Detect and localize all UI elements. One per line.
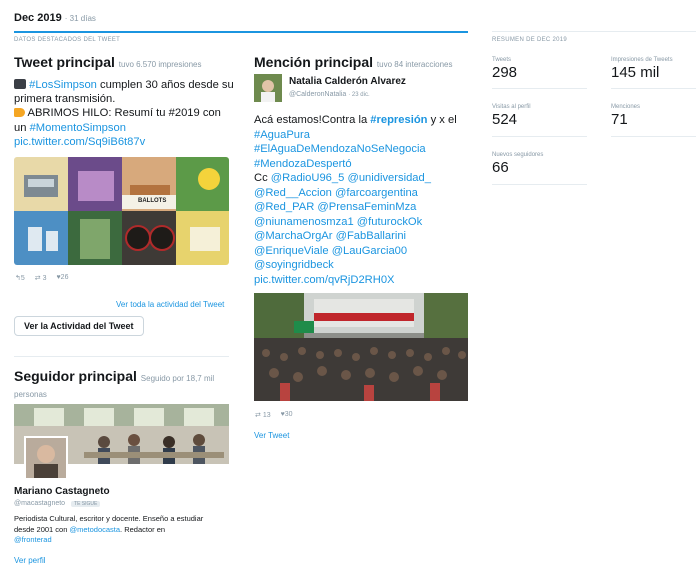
tweets-label: Tweets bbox=[492, 57, 512, 63]
view-all-activity-link[interactable]: Ver toda la actividad del Tweet bbox=[116, 300, 224, 309]
summary-rule bbox=[492, 31, 696, 32]
highlights-label: DATOS DESTACADOS DEL TWEET bbox=[14, 37, 121, 43]
view-tweet-link[interactable]: Ver Tweet bbox=[254, 431, 289, 440]
cc-mentions-5[interactable]: @MarchaOrgAr @FabBallarini bbox=[254, 230, 406, 242]
top-follower-subtitle: Seguido por 18,7 mil bbox=[140, 374, 215, 383]
top-mention-title-text: Mención principal bbox=[254, 54, 374, 70]
cc-mentions-4[interactable]: @niunamenosmza1 @futurockOk bbox=[254, 216, 422, 228]
retweet-stat[interactable]: ⇄ 3 bbox=[35, 274, 47, 282]
hashtag-momentosimpson[interactable]: #MomentoSimpson bbox=[30, 122, 126, 134]
divider bbox=[14, 356, 229, 357]
top-tweet-title-text: Tweet principal bbox=[14, 54, 115, 70]
followers-value: 66 bbox=[492, 159, 509, 176]
reply-stat[interactable]: ↰5 bbox=[15, 274, 25, 282]
mentions-value: 71 bbox=[611, 111, 628, 128]
retweet-count: 3 bbox=[42, 275, 47, 282]
top-follower-title-text: Seguidor principal bbox=[14, 368, 137, 384]
mention-line-1: Acá estamos!Contra la bbox=[254, 114, 368, 126]
like-stat[interactable]: ♥26 bbox=[57, 274, 69, 282]
summary-label: RESUMEN DE DEC 2019 bbox=[492, 37, 568, 43]
month-header: Dec 2019 · 31 días bbox=[14, 12, 96, 24]
cc-mentions-6[interactable]: @EnriqueViale @LauGarcia00 bbox=[254, 245, 407, 257]
follows-you-badge: TE SIGUE bbox=[71, 501, 101, 507]
mention-handle-row: @CalderonNatalia · 23 dic. bbox=[289, 91, 370, 98]
impressions-value: 145 mil bbox=[611, 64, 660, 81]
hashtag-aguapura[interactable]: #AguaPura bbox=[254, 129, 310, 141]
view-tweet-activity-button[interactable]: Ver la Actividad del Tweet bbox=[14, 316, 144, 336]
bio-line-2: desde 2001 con bbox=[14, 524, 68, 534]
cc-mentions-2[interactable]: @Red__Accion @farcoargentina bbox=[254, 187, 418, 199]
divider bbox=[611, 88, 696, 89]
visits-value: 524 bbox=[492, 111, 518, 128]
bio-line-2b: . Redactor en bbox=[120, 524, 166, 534]
mention-avatar[interactable] bbox=[254, 74, 282, 102]
top-tweet-link[interactable]: pic.twitter.com/Sq9iB6t87v bbox=[14, 136, 145, 148]
cc-mentions-7[interactable]: @soyingridbeck bbox=[254, 259, 334, 271]
month-label: Dec 2019 bbox=[14, 12, 62, 24]
mention-line-1b: y x el bbox=[430, 114, 457, 126]
reply-count: 5 bbox=[20, 275, 25, 282]
mention-text: Acá estamos!Contra la #represión y x el … bbox=[254, 113, 469, 287]
top-mention-title: Mención principal tuvo 84 interacciones bbox=[254, 54, 453, 70]
top-tweet-text: #LosSimpson cumplen 30 años desde su pri… bbox=[14, 78, 236, 149]
ballots-label: BALLOTS bbox=[138, 198, 167, 204]
tweets-value: 298 bbox=[492, 64, 518, 81]
divider bbox=[492, 184, 587, 185]
mention-user-name[interactable]: Natalia Calderón Alvarez bbox=[289, 76, 406, 87]
bio-mention-metodocasta[interactable]: @metodocasta bbox=[69, 525, 120, 534]
divider bbox=[492, 136, 587, 137]
mention-link[interactable]: pic.twitter.com/qvRjD2RH0X bbox=[254, 274, 395, 286]
hashtag-represion[interactable]: #represión bbox=[370, 114, 427, 126]
follower-name[interactable]: Mariano Castagneto bbox=[14, 486, 110, 497]
top-tweet-title: Tweet principal tuvo 6.570 impresiones bbox=[14, 54, 201, 70]
impressions-label: Impresiones de Tweets bbox=[611, 57, 673, 63]
cc-label: Cc bbox=[254, 172, 268, 184]
month-days: · 31 días bbox=[64, 14, 96, 23]
hashtag-elaguademendoza[interactable]: #ElAguaDeMendozaNoSeNegocia bbox=[254, 143, 426, 155]
mention-date: · 23 dic. bbox=[348, 92, 370, 98]
bio-line-1: Periodista Cultural, escritor y docente.… bbox=[14, 514, 204, 523]
mention-stats: ⇄ 13 ♥30 bbox=[255, 411, 293, 419]
tv-icon bbox=[14, 79, 26, 89]
follower-handle-row: @macastagneto TE SIGUE bbox=[14, 500, 101, 507]
divider bbox=[492, 88, 587, 89]
follower-bio: Periodista Cultural, escritor y docente.… bbox=[14, 514, 234, 546]
mention-retweet-stat[interactable]: ⇄ 13 bbox=[255, 411, 271, 419]
divider bbox=[611, 136, 696, 137]
retweet-icon: ⇄ bbox=[34, 275, 41, 282]
hashtag-mendozadesperto[interactable]: #MendozaDespertó bbox=[254, 158, 352, 170]
mention-image[interactable] bbox=[254, 293, 468, 401]
followers-label: Nuevos seguidores bbox=[492, 152, 544, 158]
follower-avatar[interactable] bbox=[24, 436, 68, 480]
top-tweet-stats: ↰5 ⇄ 3 ♥26 bbox=[15, 274, 68, 282]
hashtag-lossimpson[interactable]: #LosSimpson bbox=[29, 79, 97, 91]
mentions-label: Menciones bbox=[611, 104, 641, 110]
retweet-icon: ⇄ bbox=[255, 412, 261, 419]
mention-like-count: 30 bbox=[284, 411, 293, 418]
top-follower-title: Seguidor principal Seguido por 18,7 mil bbox=[14, 368, 214, 384]
visits-label: Visitas al perfil bbox=[492, 104, 531, 110]
cc-mentions-3[interactable]: @Red_PAR @PrensaFeminMza bbox=[254, 201, 416, 213]
cc-mentions-1[interactable]: @RadioU96_5 @unidiversidad_ bbox=[271, 172, 431, 184]
pointing-hand-icon bbox=[14, 108, 25, 118]
highlights-rule bbox=[14, 31, 468, 33]
top-mention-subtitle: tuvo 84 interacciones bbox=[376, 60, 453, 69]
mention-handle[interactable]: @CalderonNatalia bbox=[289, 91, 346, 98]
follower-handle[interactable]: @macastagneto bbox=[14, 500, 65, 507]
mention-like-stat[interactable]: ♥30 bbox=[281, 411, 293, 419]
top-follower-subtitle-2: personas bbox=[14, 390, 47, 399]
mention-retweet-count: 13 bbox=[262, 412, 271, 419]
top-tweet-subtitle: tuvo 6.570 impresiones bbox=[118, 60, 202, 69]
view-profile-link[interactable]: Ver perfil bbox=[14, 556, 46, 565]
bio-mention-fronterad[interactable]: @fronterad bbox=[14, 535, 52, 544]
like-count: 26 bbox=[60, 274, 69, 281]
top-tweet-image[interactable]: BALLOTS bbox=[14, 157, 229, 265]
